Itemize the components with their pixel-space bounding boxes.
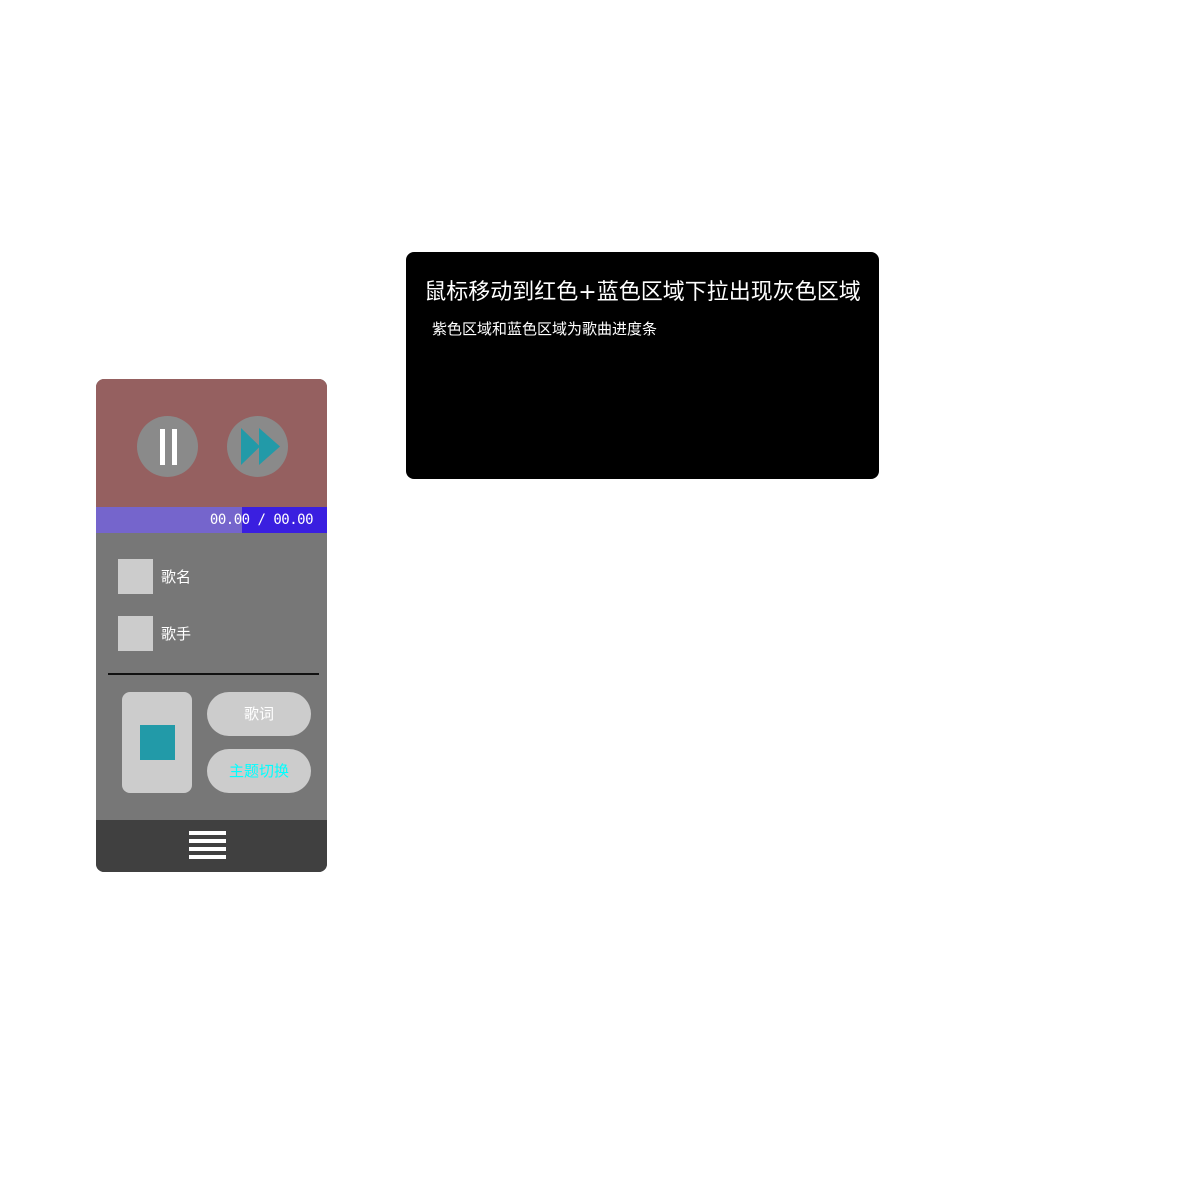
hamburger-menu-icon[interactable] — [189, 831, 226, 859]
theme-switch-button[interactable]: 主题切换 — [207, 749, 311, 793]
instruction-title: 鼠标移动到红色+蓝色区域下拉出现灰色区域 — [424, 280, 861, 305]
song-name-row: 歌名 — [118, 559, 191, 594]
pause-icon — [160, 429, 177, 465]
player-controls-panel[interactable] — [96, 379, 327, 507]
fast-forward-icon — [241, 428, 280, 465]
instruction-card: 鼠标移动到红色+蓝色区域下拉出现灰色区域 紫色区域和蓝色区域为歌曲进度条 — [406, 252, 879, 479]
artist-label: 歌手 — [161, 625, 192, 643]
lyrics-button[interactable]: 歌词 — [207, 692, 311, 736]
progress-time: 00.00 / 00.00 — [209, 512, 314, 528]
album-cover[interactable] — [122, 692, 192, 793]
song-thumbnail — [118, 559, 153, 594]
player-bottom-bar — [96, 820, 327, 872]
cover-square — [140, 725, 175, 760]
progress-bar[interactable]: 00.00 / 00.00 — [96, 507, 327, 533]
instruction-subtitle: 紫色区域和蓝色区域为歌曲进度条 — [432, 320, 658, 338]
song-name-label: 歌名 — [161, 568, 192, 586]
artist-thumbnail — [118, 616, 153, 651]
music-player: 00.00 / 00.00 歌名 歌手 歌词 主题切换 — [96, 379, 327, 872]
pause-button[interactable] — [137, 416, 198, 477]
artist-row: 歌手 — [118, 616, 191, 651]
fast-forward-button[interactable] — [227, 416, 288, 477]
divider — [108, 673, 319, 675]
